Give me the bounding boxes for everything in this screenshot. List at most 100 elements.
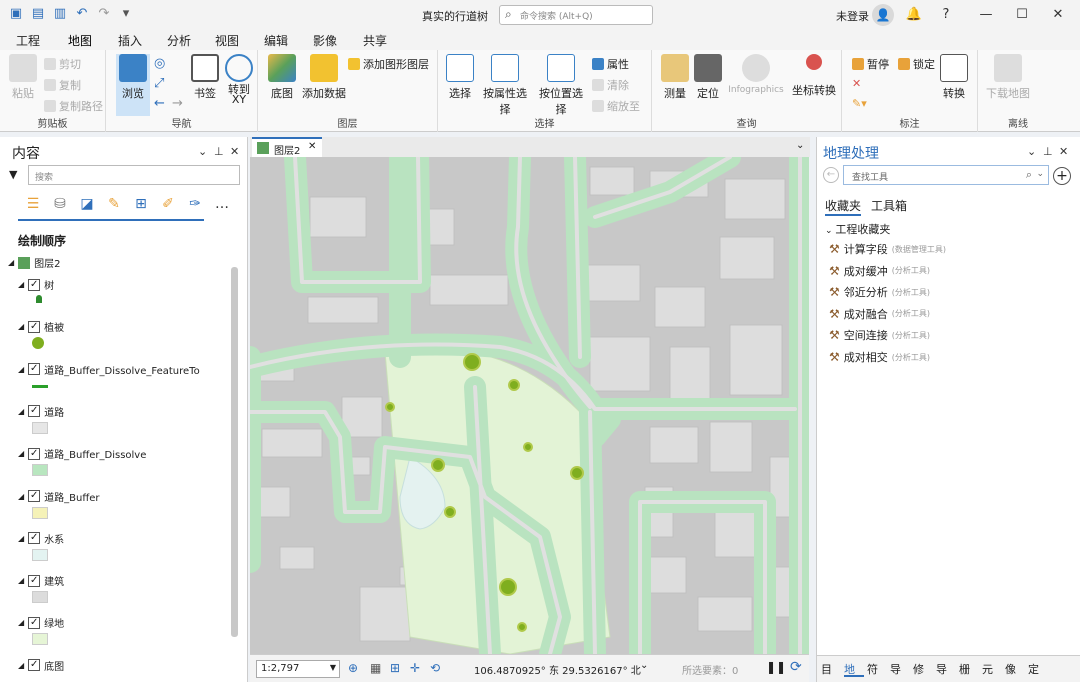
bottom-pane-tab[interactable]: 像 <box>1005 661 1025 677</box>
add-tool-icon[interactable]: + <box>1053 167 1071 185</box>
gp-tool-item[interactable]: ⚒ 成对融合 (分析工具) <box>829 306 930 322</box>
layer-symbol-swatch[interactable] <box>32 421 48 434</box>
visibility-checkbox[interactable]: ✓ <box>28 278 41 291</box>
measure-button[interactable]: 测量 <box>656 54 694 101</box>
snapping-toggle-icon[interactable]: ⊞ <box>390 661 400 675</box>
layer-symbol-swatch[interactable] <box>32 337 44 350</box>
globe-icon[interactable]: ◎ <box>154 56 165 71</box>
gp-tool-item[interactable]: ⚒ 成对缓冲 (分析工具) <box>829 263 930 279</box>
lock-labels-button[interactable]: 锁定 <box>898 56 935 72</box>
customize-toolbar-icon[interactable]: ▾ <box>118 6 134 22</box>
maximize-button[interactable]: ☐ <box>1010 4 1034 26</box>
bottom-pane-tab[interactable]: 元 <box>982 661 1002 677</box>
tab-project[interactable]: 工程 <box>16 32 40 49</box>
convert-coordinates-button[interactable]: 坐标转换 <box>790 54 838 98</box>
add-data-button[interactable]: 添加数据 <box>302 54 346 101</box>
gp-tool-item[interactable]: ⚒ 邻近分析 (分析工具) <box>829 284 930 300</box>
rotation-icon[interactable]: ⟲ <box>430 661 440 675</box>
gp-tool-item[interactable]: ⚒ 空间连接 (分析工具) <box>829 327 930 343</box>
layer-row[interactable]: ◢ ✓ 底图 <box>18 658 64 673</box>
gp-tool-item[interactable]: ⚒ 成对相交 (分析工具) <box>829 349 930 365</box>
save-project-icon[interactable]: ▥ <box>52 6 68 22</box>
gp-pin-icon[interactable]: ⊥ <box>1043 145 1053 158</box>
collapse-icon[interactable]: ◢ <box>18 365 24 374</box>
collapse-icon[interactable]: ◢ <box>18 492 24 501</box>
charts-icon[interactable]: ✑ <box>186 195 204 213</box>
collapse-icon[interactable]: ◢ <box>18 534 24 543</box>
collapse-icon[interactable]: ◢ <box>18 661 24 670</box>
layer-symbol-swatch[interactable] <box>32 384 48 388</box>
bottom-pane-tab[interactable]: 符 <box>867 661 887 677</box>
minimize-button[interactable]: — <box>974 4 998 26</box>
tab-insert[interactable]: 插入 <box>118 32 142 49</box>
bottom-pane-tab[interactable]: 导 <box>936 661 956 677</box>
labeling-icon[interactable]: ✐ <box>159 195 177 213</box>
cursor-icon[interactable]: ✛ <box>410 661 420 675</box>
tab-edit[interactable]: 编辑 <box>264 32 288 49</box>
editing-icon[interactable]: ✎ <box>105 195 123 213</box>
copy-button[interactable]: 复制 <box>44 77 81 93</box>
layer-row[interactable]: ◢ ✓ 道路_Buffer_Dissolve <box>18 446 146 461</box>
add-graphics-layer-button[interactable]: 添加图形图层 <box>348 56 429 72</box>
label-tools-icon[interactable]: ✎▾ <box>852 97 867 110</box>
close-tab-icon[interactable]: ✕ <box>308 141 316 152</box>
collapse-icon[interactable]: ◢ <box>18 449 24 458</box>
filter-icon[interactable]: ▼ <box>9 168 17 181</box>
layer-row[interactable]: ◢ ✓ 水系 <box>18 531 64 546</box>
previous-extent-icon[interactable]: ← <box>154 96 165 111</box>
tab-dropdown-icon[interactable]: ⌄ <box>796 140 804 151</box>
contents-search-input[interactable]: 搜索 <box>28 165 240 185</box>
close-button[interactable]: ✕ <box>1046 4 1070 26</box>
visibility-checkbox[interactable]: ✓ <box>28 490 41 502</box>
pause-drawing-icon[interactable]: ❚❚ <box>766 660 786 674</box>
scale-selector[interactable]: 1:2,797 ▼ <box>256 660 340 678</box>
tab-imagery[interactable]: 影像 <box>313 32 337 49</box>
command-search-input[interactable]: ⌕ 命令搜索 (Alt+Q) <box>499 5 653 25</box>
collapse-icon[interactable]: ◢ <box>18 280 24 289</box>
infographics-button[interactable]: Infographics <box>724 54 788 95</box>
visibility-checkbox[interactable]: ✓ <box>28 320 41 333</box>
undo-icon[interactable]: ↶ <box>74 6 90 22</box>
help-icon[interactable]: ? <box>934 4 958 26</box>
select-button[interactable]: 选择 <box>442 54 478 101</box>
new-project-icon[interactable]: ▣ <box>8 6 24 22</box>
explore-button[interactable]: 浏览 <box>116 54 150 116</box>
copy-path-button[interactable]: 复制路径 <box>44 98 103 114</box>
select-by-attributes-button[interactable]: 按属性选择 <box>478 54 532 117</box>
goto-xy-button[interactable]: 转到 XY <box>222 54 256 105</box>
locate-button[interactable]: 定位 <box>692 54 724 101</box>
collapse-icon[interactable]: ◢ <box>18 322 24 331</box>
selection-icon[interactable]: ◪ <box>78 195 96 213</box>
avatar[interactable]: 👤 <box>872 4 894 26</box>
layer-row[interactable]: ◢ ✓ 树 <box>18 277 54 292</box>
map-node[interactable]: ◢ 图层2 <box>8 255 61 270</box>
layer-row[interactable]: ◢ ✓ 道路 <box>18 404 64 419</box>
visibility-checkbox[interactable]: ✓ <box>28 616 41 629</box>
map-svg[interactable] <box>250 157 809 654</box>
tab-view[interactable]: 视图 <box>215 32 239 49</box>
tab-toolboxes[interactable]: 工具箱 <box>871 197 907 214</box>
pin-pane-icon[interactable]: ⊥ <box>214 145 224 158</box>
layer-symbol-swatch[interactable] <box>32 464 48 477</box>
open-project-icon[interactable]: ▤ <box>30 6 46 22</box>
notification-icon[interactable]: 🔔 <box>902 4 926 26</box>
layer-row[interactable]: ◢ ✓ 绿地 <box>18 615 64 630</box>
bottom-pane-tab[interactable]: 目 <box>821 661 841 677</box>
bookmarks-button[interactable]: 书签 <box>190 54 220 101</box>
pane-options-icon[interactable]: ⌄ <box>198 145 207 158</box>
drawing-order-icon[interactable]: ☰ <box>24 195 42 213</box>
tab-analysis[interactable]: 分析 <box>167 32 191 49</box>
visibility-checkbox[interactable]: ✓ <box>28 363 41 376</box>
fixed-zoom-icon[interactable]: ⊕ <box>348 661 358 675</box>
snapping-icon[interactable]: ⊞ <box>132 195 150 213</box>
collapse-icon[interactable]: ◢ <box>18 576 24 585</box>
pause-labels-button[interactable]: 暂停 <box>852 56 889 72</box>
layer-row[interactable]: ◢ ✓ 建筑 <box>18 573 64 588</box>
tab-map[interactable]: 地图 <box>68 32 93 52</box>
layer-symbol-swatch[interactable] <box>32 591 48 604</box>
basemap-button[interactable]: 底图 <box>264 54 300 101</box>
download-map-button[interactable]: 下载地图 <box>984 54 1032 101</box>
back-icon[interactable]: ← <box>823 167 839 183</box>
visibility-checkbox[interactable]: ✓ <box>28 405 41 418</box>
visibility-checkbox[interactable]: ✓ <box>28 574 41 587</box>
